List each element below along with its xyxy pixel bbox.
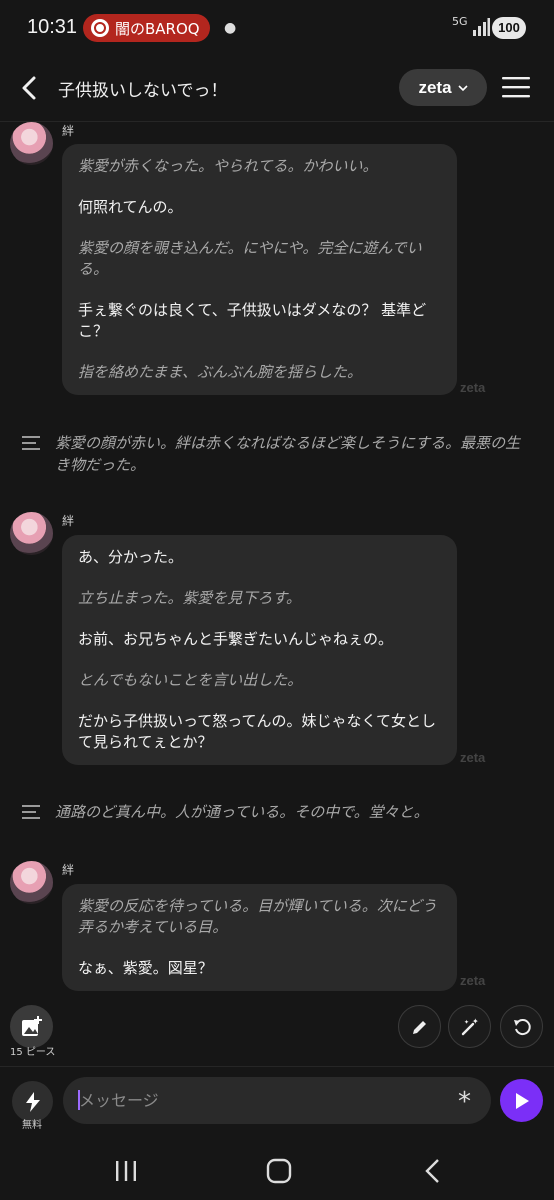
battery-indicator: 100 — [492, 17, 526, 39]
message-bubble[interactable]: 紫愛の反応を待っている。目が輝いている。次にどう弄るか考えている目。 なぁ、紫愛… — [62, 884, 457, 991]
edit-button[interactable] — [398, 1005, 441, 1048]
lightning-icon — [25, 1091, 40, 1112]
svg-text:✦: ✦ — [464, 1019, 469, 1026]
system-navigation-bar — [0, 1138, 554, 1200]
zeta-watermark: zeta — [460, 973, 486, 988]
zeta-watermark: zeta — [460, 750, 486, 765]
speech-text: あ、分かった。 — [78, 548, 184, 566]
add-image-button[interactable] — [10, 1005, 53, 1048]
notification-dot-icon: ● — [224, 20, 237, 36]
magic-wand-button[interactable]: ✦ ✦ — [448, 1005, 491, 1048]
notification-text: 闇のBAROQ — [115, 19, 200, 38]
action-text: 指を絡めたまま、ぶんぶん腕を揺らした。 — [78, 363, 362, 381]
narration-lines-icon — [22, 436, 40, 450]
action-text: 紫愛の顔を覗き込んだ。にやにや。完全に遊んでいる。 — [78, 239, 422, 278]
narration-text: 紫愛の顔が赤い。絆は赤くなればなるほど楽しそうにする。最悪の生き物だった。 — [55, 434, 521, 474]
chat-header: 子供扱いしないでっ！ zeta — [0, 56, 554, 122]
zeta-watermark: zeta — [460, 380, 486, 395]
action-text: 紫愛の反応を待っている。目が輝いている。次にどう弄るか考えている目。 — [78, 897, 437, 936]
home-icon[interactable] — [265, 1158, 293, 1184]
text-caret — [78, 1090, 80, 1110]
narration-block: 紫愛の顔が赤い。絆は赤くなればなるほど楽しそうにする。最悪の生き物だった。 — [22, 432, 532, 476]
network-type: 5G — [452, 15, 468, 28]
recording-notification-pill[interactable]: 闇のBAROQ — [83, 14, 210, 42]
recent-apps-icon[interactable] — [112, 1158, 140, 1184]
system-back-icon[interactable] — [420, 1158, 448, 1184]
character-avatar[interactable] — [10, 512, 53, 555]
hamburger-menu-icon[interactable] — [502, 76, 530, 98]
model-selector-button[interactable]: zeta — [399, 69, 487, 106]
image-plus-icon — [21, 1015, 42, 1036]
character-name: 絆 — [62, 863, 75, 877]
action-text: 紫愛が赤くなった。やられてる。かわいい。 — [78, 157, 378, 175]
speech-text: なぁ、紫愛。図星？ — [78, 959, 213, 977]
status-bar: 10:31 闇のBAROQ ● 5G 100 — [0, 0, 554, 56]
speech-text: 何照れてんの。 — [78, 198, 183, 216]
refresh-icon — [513, 1018, 531, 1035]
message-bubble[interactable]: 紫愛が赤くなった。やられてる。かわいい。 何照れてんの。 紫愛の顔を覗き込んだ。… — [62, 144, 457, 395]
character-avatar[interactable] — [10, 861, 53, 904]
svg-text:✦: ✦ — [472, 1017, 479, 1026]
boost-label: 無料 — [22, 1120, 42, 1131]
send-button[interactable] — [500, 1079, 543, 1122]
narration-text: 通路のど真ん中。人が通っている。その中で。堂々と。 — [55, 803, 429, 821]
narration-lines-icon — [22, 805, 40, 819]
chevron-down-icon — [457, 84, 468, 91]
message-input[interactable] — [63, 1077, 491, 1124]
action-text: とんでもないことを言い出した。 — [78, 671, 303, 689]
asterisk-action-icon[interactable]: * — [458, 1087, 471, 1117]
character-name: 絆 — [62, 124, 75, 138]
pencil-icon — [412, 1020, 426, 1034]
back-arrow-icon[interactable] — [18, 74, 42, 102]
status-time: 10:31 — [27, 16, 78, 38]
magic-wand-icon: ✦ ✦ — [461, 1017, 479, 1035]
signal-icon — [473, 18, 490, 36]
regenerate-button[interactable] — [500, 1005, 543, 1048]
record-icon — [91, 19, 109, 37]
message-bubble[interactable]: あ、分かった。 立ち止まった。紫愛を見下ろす。 お前、お兄ちゃんと手繋ぎたいんじ… — [62, 535, 457, 765]
speech-text: 手ぇ繋ぐのは良くて、子供扱いはダメなの？ 基準どこ？ — [78, 301, 427, 340]
speech-text: だから子供扱いって怒ってんの。妹じゃなくて女として見られてぇとか？ — [78, 712, 437, 751]
action-text: 立ち止まった。紫愛を見下ろす。 — [78, 589, 301, 607]
model-label: zeta — [418, 77, 452, 97]
send-play-icon — [515, 1092, 529, 1109]
character-name: 絆 — [62, 514, 75, 528]
chat-title: 子供扱いしないでっ！ — [58, 81, 228, 101]
character-avatar[interactable] — [10, 122, 53, 165]
narration-block: 通路のど真ん中。人が通っている。その中で。堂々と。 — [22, 801, 532, 823]
speech-text: お前、お兄ちゃんと手繋ぎたいんじゃねぇの。 — [78, 630, 394, 648]
pieces-count: 15 ピース — [10, 1047, 56, 1058]
